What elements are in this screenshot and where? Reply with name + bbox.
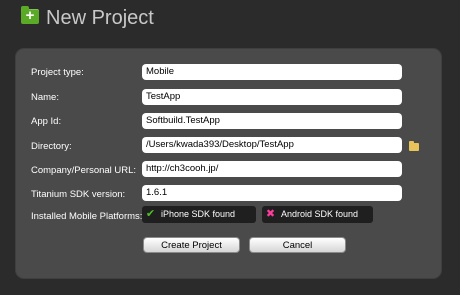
create-project-button[interactable]: Create Project [143, 237, 240, 253]
platforms-label: Installed Mobile Platforms: [31, 211, 143, 222]
plus-glyph: + [25, 7, 35, 24]
project-type-label: Project type: [31, 67, 84, 78]
app-id-field[interactable]: Softbuild.TestApp [142, 113, 402, 129]
sdk-version-select[interactable]: 1.6.1 [142, 185, 402, 201]
url-field[interactable]: http://ch3cooh.jp/ [142, 161, 402, 177]
dialog-header: + New Project [0, 0, 460, 44]
folder-add-icon: + [21, 6, 39, 24]
sdk-version-label: Titanium SDK version: [31, 189, 126, 200]
name-field[interactable]: TestApp [142, 89, 402, 105]
name-label: Name: [31, 92, 59, 103]
iphone-sdk-label: iPhone SDK found [161, 209, 236, 219]
directory-label: Directory: [31, 141, 72, 152]
cancel-button[interactable]: Cancel [249, 237, 346, 253]
check-icon: ✔ [145, 208, 156, 220]
project-type-select[interactable]: Mobile [142, 64, 402, 80]
android-sdk-badge: ✖ Android SDK found [262, 206, 373, 223]
cross-icon: ✖ [265, 208, 276, 220]
app-id-label: App Id: [31, 116, 62, 127]
page-title: New Project [46, 7, 154, 29]
folder-browse-icon[interactable] [409, 141, 419, 151]
url-label: Company/Personal URL: [31, 165, 137, 176]
iphone-sdk-badge: ✔ iPhone SDK found [142, 206, 256, 223]
directory-field[interactable]: /Users/kwada393/Desktop/TestApp [142, 137, 402, 153]
android-sdk-label: Android SDK found [281, 209, 359, 219]
